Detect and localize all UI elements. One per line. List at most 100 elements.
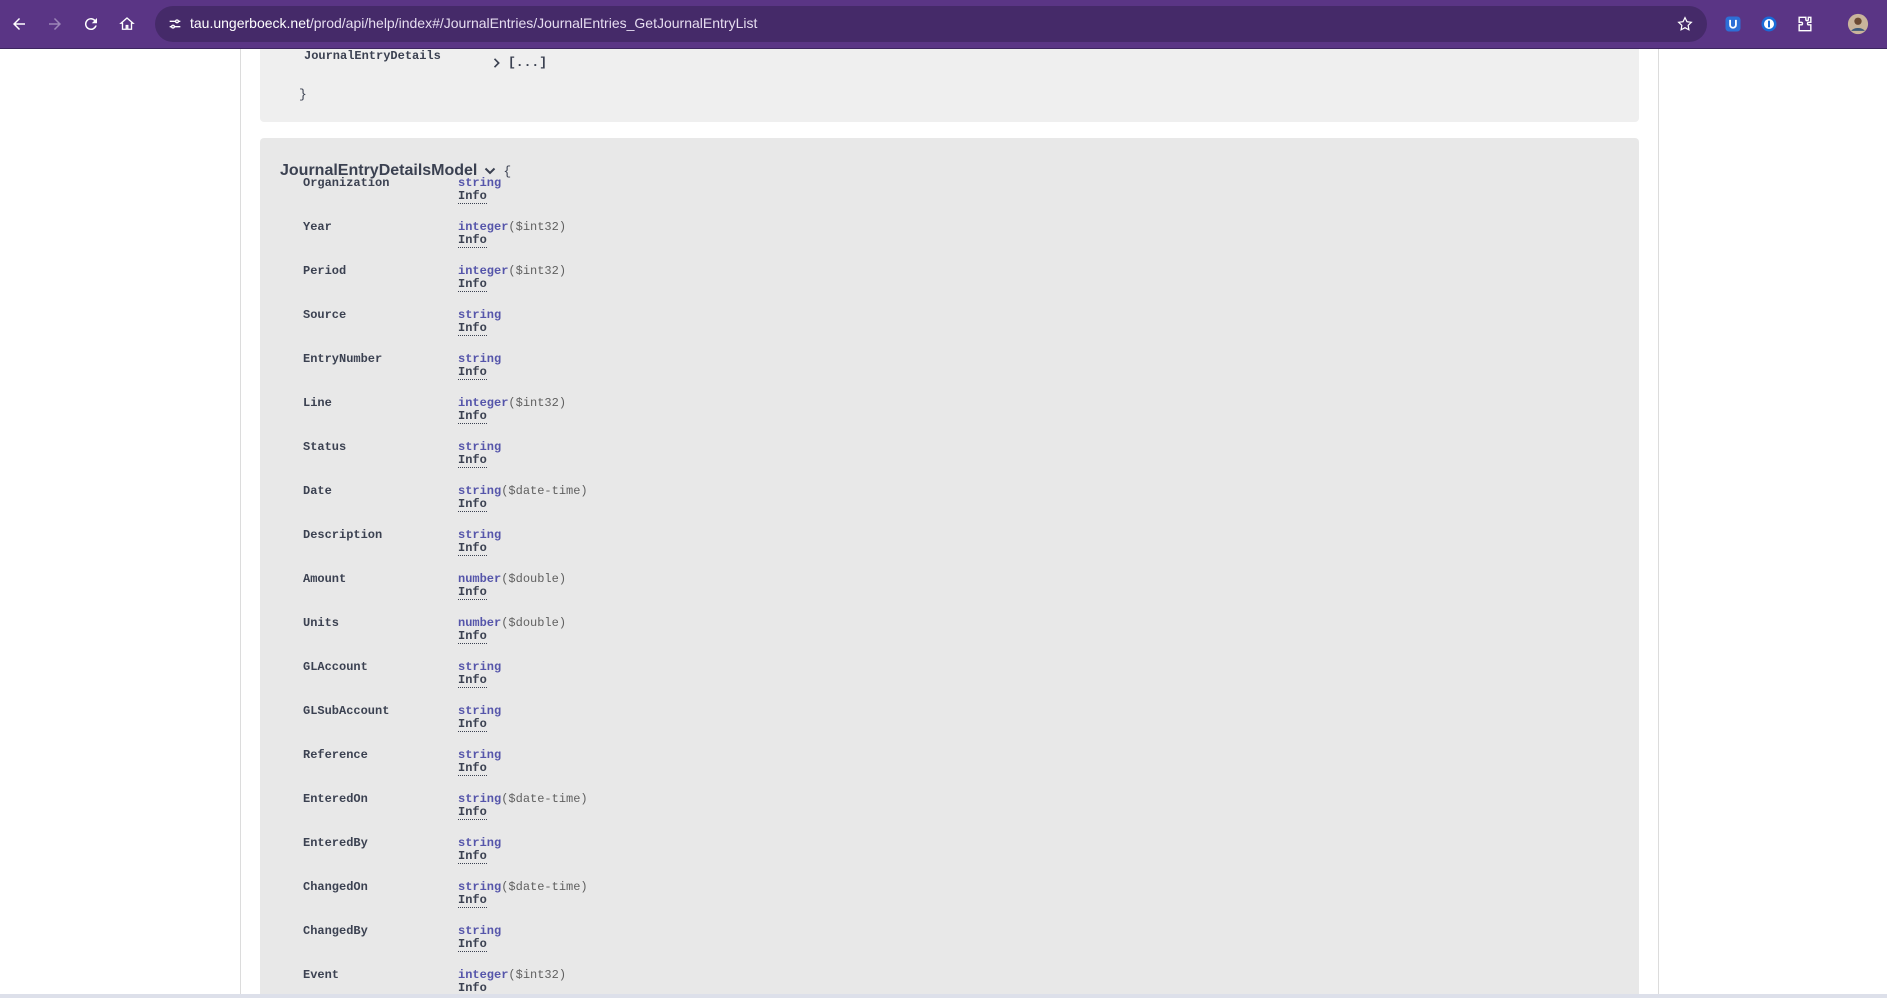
url-text: tau.ungerboeck.net/prod/api/help/index#/… (190, 15, 757, 31)
extension-u-button[interactable] (1721, 12, 1745, 36)
property-type-name: number (458, 616, 502, 630)
property-info-link[interactable]: Info (458, 718, 487, 732)
property-info-link[interactable]: Info (458, 366, 487, 380)
property-type-format: ($date-time) (501, 484, 588, 498)
property-type: string (458, 748, 501, 762)
property-type-name: string (458, 748, 502, 762)
property-name: EnteredBy (303, 836, 368, 850)
profile-button[interactable] (1846, 12, 1870, 36)
reload-button[interactable] (79, 12, 103, 36)
address-bar[interactable]: tau.ungerboeck.net/prod/api/help/index#/… (155, 6, 1707, 42)
property-row: EntryNumber string Info (260, 352, 1639, 396)
property-type-name: string (458, 484, 502, 498)
property-type-name: string (458, 176, 502, 190)
property-type: number($double) (458, 572, 566, 586)
property-info-link[interactable]: Info (458, 234, 487, 248)
property-type-name: string (458, 836, 502, 850)
password-manager-button[interactable] (1757, 12, 1781, 36)
property-type-name: string (458, 660, 502, 674)
property-type: integer($int32) (458, 968, 566, 982)
property-info-link[interactable]: Info (458, 542, 487, 556)
chevron-right-icon (493, 57, 500, 68)
closing-brace: } (299, 87, 307, 102)
property-name: GLSubAccount (303, 704, 390, 718)
property-name: EntryNumber (303, 352, 383, 366)
property-row: Period integer($int32) Info (260, 264, 1639, 308)
property-name: JournalEntryDetails (304, 49, 441, 63)
property-type-name: string (458, 924, 502, 938)
extensions-puzzle-icon (1798, 16, 1812, 32)
property-info-link[interactable]: Info (458, 894, 487, 908)
property-type: integer($int32) (458, 396, 566, 410)
property-name: Description (303, 528, 383, 542)
property-type: string (458, 528, 501, 542)
property-name: Date (303, 484, 332, 498)
property-row: GLSubAccount string Info (260, 704, 1639, 748)
property-name: Status (303, 440, 347, 454)
property-row: Units number($double) Info (260, 616, 1639, 660)
property-name: Reference (303, 748, 368, 762)
property-type: string($date-time) (458, 880, 588, 894)
property-name: EnteredOn (303, 792, 368, 806)
model-container: JournalEntryDetailsModel { Organization s… (260, 138, 1639, 998)
property-row: Reference string Info (260, 748, 1639, 792)
property-type-format: ($double) (501, 572, 567, 586)
extensions-button[interactable] (1793, 12, 1817, 36)
property-type-name: string (458, 308, 502, 322)
property-info-link[interactable]: Info (458, 454, 487, 468)
property-info-link[interactable]: Info (458, 762, 487, 776)
forward-icon (49, 18, 61, 30)
property-info-link[interactable]: Info (458, 674, 487, 688)
property-type-name: integer (458, 220, 509, 234)
home-button[interactable] (115, 12, 139, 36)
property-row: EnteredBy string Info (260, 836, 1639, 880)
bookmark-button[interactable] (1673, 12, 1697, 36)
reload-icon (84, 18, 97, 31)
property-row: Source string Info (260, 308, 1639, 352)
star-icon (1677, 16, 1693, 31)
property-type-name: integer (458, 396, 509, 410)
property-row: GLAccount string Info (260, 660, 1639, 704)
property-type-format: ($int32) (508, 264, 567, 278)
site-info-icon (169, 19, 181, 29)
property-row: Date string($date-time) Info (260, 484, 1639, 528)
property-info-link[interactable]: Info (458, 586, 487, 600)
property-type-format: ($int32) (508, 396, 567, 410)
previous-model-tail: JournalEntryDetails [...] } (260, 49, 1639, 122)
property-type-name: string (458, 352, 502, 366)
property-info-link[interactable]: Info (458, 498, 487, 512)
property-name: GLAccount (303, 660, 368, 674)
property-type-name: integer (458, 968, 509, 982)
expand-array-toggle[interactable]: [...] (492, 55, 547, 70)
property-type-name: integer (458, 264, 509, 278)
property-info-link[interactable]: Info (458, 410, 487, 424)
property-info-link[interactable]: Info (458, 806, 487, 820)
property-name: Amount (303, 572, 347, 586)
password-manager-icon (1761, 16, 1777, 32)
property-type: string (458, 660, 501, 674)
property-type-name: string (458, 880, 502, 894)
home-icon (119, 17, 135, 30)
property-type-format: ($int32) (508, 968, 567, 982)
property-info-link[interactable]: Info (458, 190, 487, 204)
property-type: string (458, 704, 501, 718)
property-type: string (458, 836, 501, 850)
property-type-name: string (458, 704, 502, 718)
property-type-name: string (458, 528, 502, 542)
property-row: ChangedOn string($date-time) Info (260, 880, 1639, 924)
forward-button[interactable] (43, 12, 67, 36)
property-name: ChangedBy (303, 924, 368, 938)
property-info-link[interactable]: Info (458, 322, 487, 336)
property-name: Event (303, 968, 340, 982)
property-info-link[interactable]: Info (458, 278, 487, 292)
back-button[interactable] (7, 12, 31, 36)
property-info-link[interactable]: Info (458, 938, 487, 952)
property-info-link[interactable]: Info (458, 630, 487, 644)
property-row: EnteredOn string($date-time) Info (260, 792, 1639, 836)
property-type: number($double) (458, 616, 566, 630)
property-type: integer($int32) (458, 264, 566, 278)
site-info-button[interactable] (163, 12, 187, 36)
swagger-page: JournalEntryDetails [...] } JournalEntry… (240, 49, 1659, 998)
property-row: Organization string Info (260, 176, 1639, 220)
property-info-link[interactable]: Info (458, 850, 487, 864)
